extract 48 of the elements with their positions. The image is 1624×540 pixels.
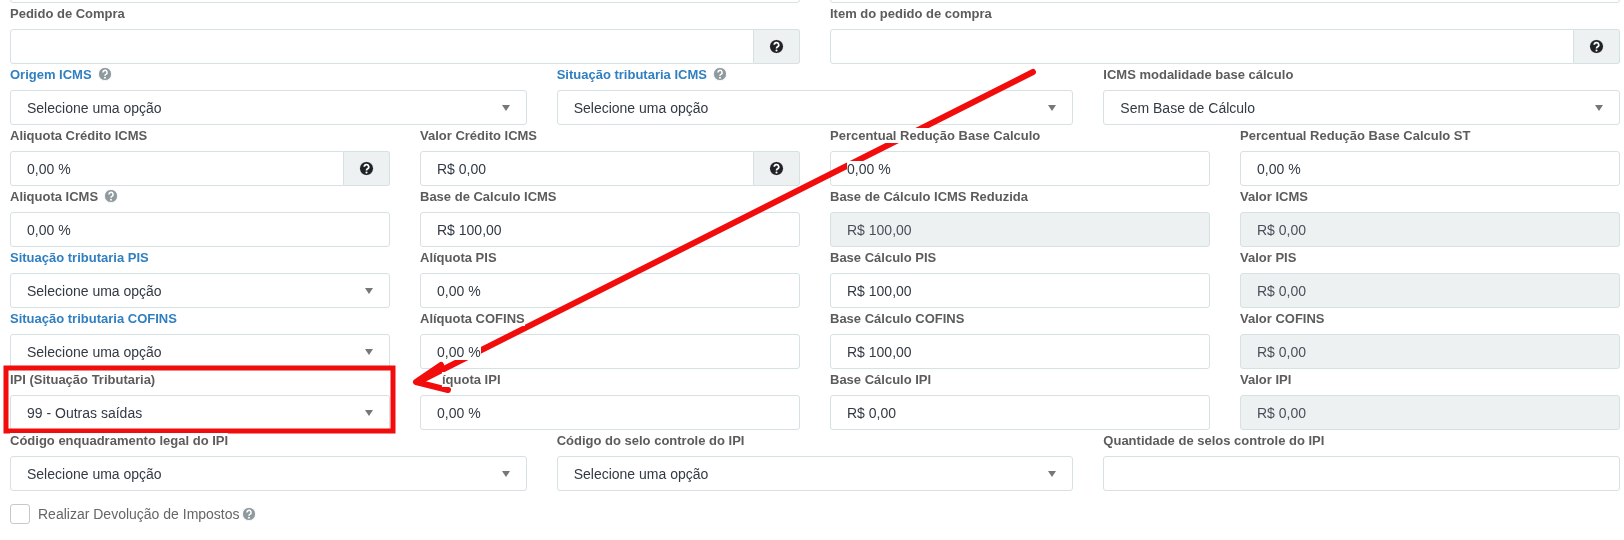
checkbox-label[interactable]: Realizar Devolução de Impostos [38, 506, 240, 522]
help-icon [769, 39, 784, 54]
help-icon [712, 67, 727, 81]
select-field[interactable]: 99 - Outras saídas [10, 395, 390, 430]
input-field[interactable]: 0,00 % [420, 395, 800, 430]
caret-icon [1595, 104, 1603, 111]
caret-icon [1048, 470, 1057, 477]
input-field[interactable]: 0,00 % [10, 151, 344, 186]
help-icon [241, 507, 256, 521]
select-field[interactable]: Sem Base de Cálculo [1103, 90, 1620, 125]
input-field[interactable]: 0,00 % [10, 212, 390, 247]
input-field[interactable]: R$ 100,00 [420, 212, 800, 247]
help-icon [769, 161, 784, 176]
input-field[interactable]: R$ 100,00 [830, 212, 1210, 247]
select-field[interactable]: Selecione uma opção [556, 456, 1074, 491]
input-field[interactable]: R$ 100,00 [830, 273, 1210, 308]
input-field[interactable]: 0,00 % [830, 151, 1210, 186]
input-field[interactable]: R$ 0,00 [1240, 212, 1620, 247]
input-field[interactable]: 0,00 % [420, 334, 800, 369]
caret-icon [365, 409, 373, 416]
help-button[interactable] [344, 151, 390, 186]
caret-icon [365, 287, 373, 294]
field-label: Percentual Redução Base Calculo [830, 127, 1041, 143]
input-field[interactable]: R$ 0,00 [1240, 395, 1620, 430]
help-button[interactable] [1574, 29, 1620, 64]
caret-icon [501, 104, 510, 111]
help-button[interactable] [754, 151, 800, 186]
help-button[interactable] [754, 29, 800, 64]
field-label: íquota IPI [442, 371, 501, 387]
caret-icon [365, 348, 373, 355]
input-field[interactable]: R$ 0,00 [1240, 273, 1620, 308]
input-field[interactable]: R$ 100,00 [830, 334, 1210, 369]
select-field[interactable]: Selecione uma opção [10, 90, 527, 125]
input-field[interactable]: R$ 0,00 [420, 151, 754, 186]
select-field[interactable]: Selecione uma opção [10, 273, 390, 308]
checkbox[interactable] [10, 504, 30, 524]
caret-icon [501, 470, 510, 477]
help-icon [359, 161, 374, 176]
input-field[interactable]: 0,00 % [420, 273, 800, 308]
help-icon [1589, 39, 1604, 54]
caret-icon [1048, 104, 1057, 111]
help-icon [104, 189, 119, 203]
input-field[interactable]: R$ 0,00 [1240, 334, 1620, 369]
select-field[interactable]: Selecione uma opção [10, 456, 527, 491]
select-field[interactable]: Selecione uma opção [556, 90, 1074, 125]
input-field[interactable]: R$ 0,00 [830, 395, 1210, 430]
input-field[interactable]: 0,00 % [1240, 151, 1620, 186]
help-icon [97, 67, 112, 81]
